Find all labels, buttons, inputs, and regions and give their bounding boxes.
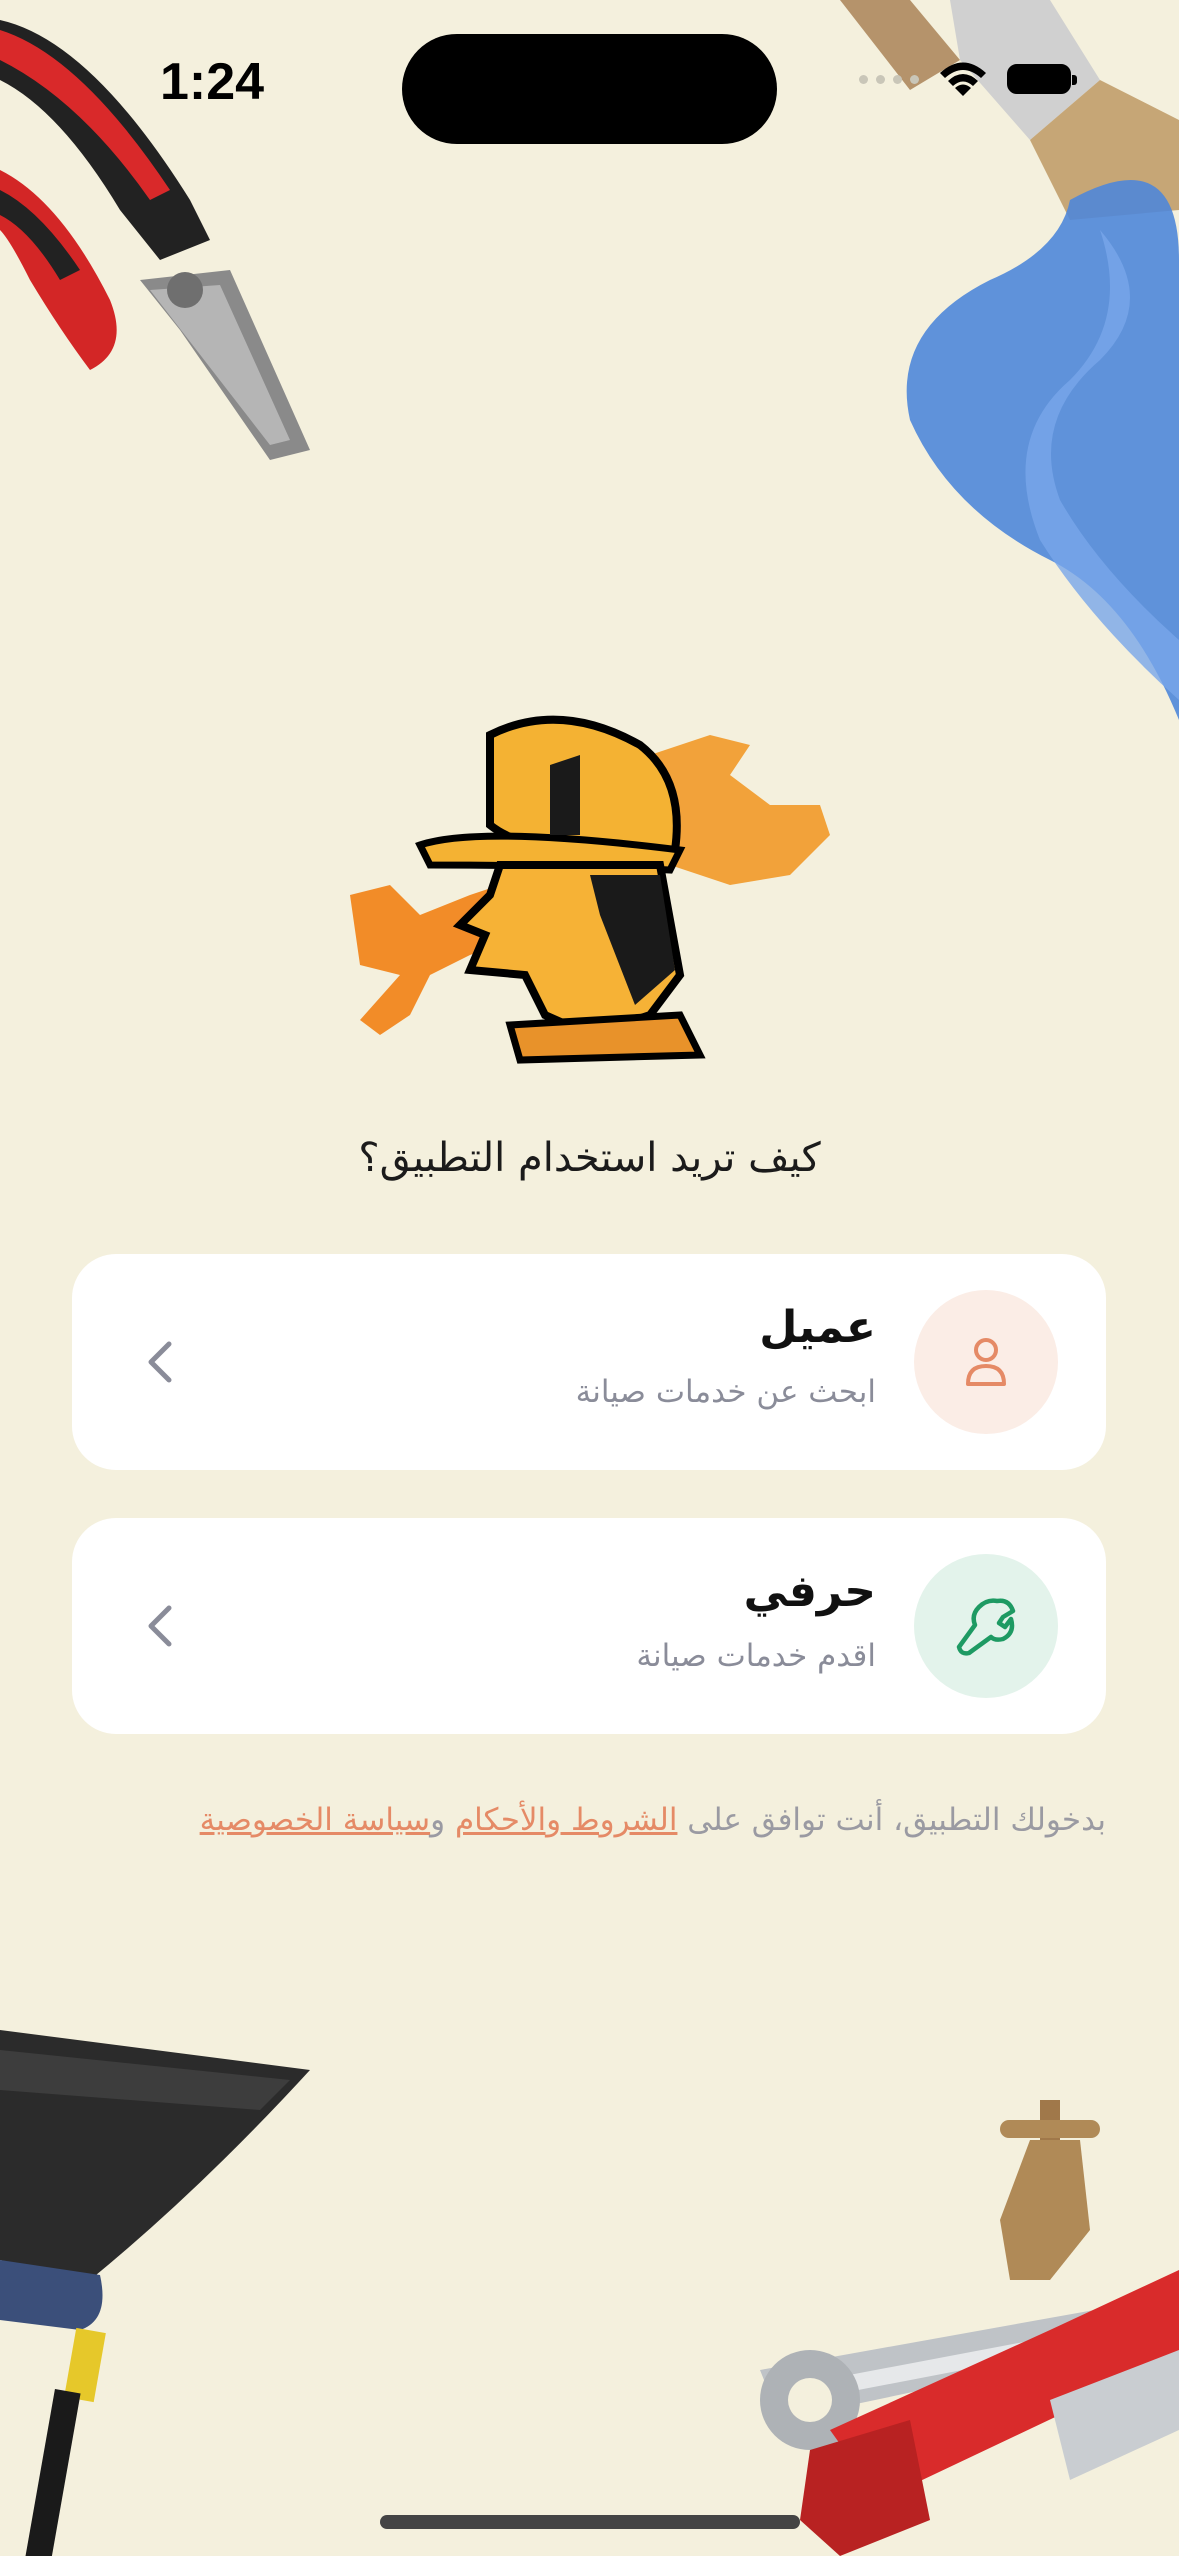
- dynamic-island: [402, 34, 777, 144]
- cellular-signal-icon: [859, 74, 919, 84]
- status-time: 1:24: [160, 53, 265, 111]
- option-subtitle-craftsman: اقدم خدمات صيانة: [636, 1638, 876, 1674]
- terms-prefix: بدخولك التطبيق، أنت توافق على: [677, 1802, 1106, 1838]
- client-icon-badge: [914, 1290, 1058, 1434]
- terms-and-conditions-link[interactable]: الشروط والأحكام: [455, 1802, 678, 1838]
- option-subtitle-client: ابحث عن خدمات صيانة: [575, 1374, 876, 1410]
- privacy-policy-link[interactable]: سياسة الخصوصية: [200, 1802, 431, 1838]
- option-title-client: عميل: [759, 1302, 876, 1353]
- option-title-craftsman: حرفي: [743, 1566, 876, 1617]
- chevron-left-icon: [130, 1596, 190, 1656]
- plumbing-tools-illustration: [760, 2100, 1179, 2556]
- chevron-left-icon: [130, 1332, 190, 1392]
- paint-brush-illustration: [840, 0, 1179, 720]
- craftsman-icon-badge: [914, 1554, 1058, 1698]
- terms-and: و: [430, 1802, 455, 1838]
- home-indicator: [380, 2515, 800, 2529]
- wrench-icon: [956, 1598, 1016, 1656]
- person-icon: [966, 1338, 1006, 1386]
- status-icons: [859, 60, 1077, 98]
- page-question: كيف تريد استخدام التطبيق؟: [358, 1135, 821, 1181]
- battery-icon: [1007, 64, 1077, 94]
- broom-illustration: [0, 2030, 310, 2556]
- app-logo: [350, 715, 830, 1064]
- option-card-client[interactable]: عميل ابحث عن خدمات صيانة: [72, 1254, 1106, 1470]
- option-card-craftsman[interactable]: حرفي اقدم خدمات صيانة: [72, 1518, 1106, 1734]
- wifi-icon: [940, 62, 986, 96]
- terms-notice: بدخولك التطبيق، أنت توافق على الشروط وال…: [60, 1802, 1106, 1838]
